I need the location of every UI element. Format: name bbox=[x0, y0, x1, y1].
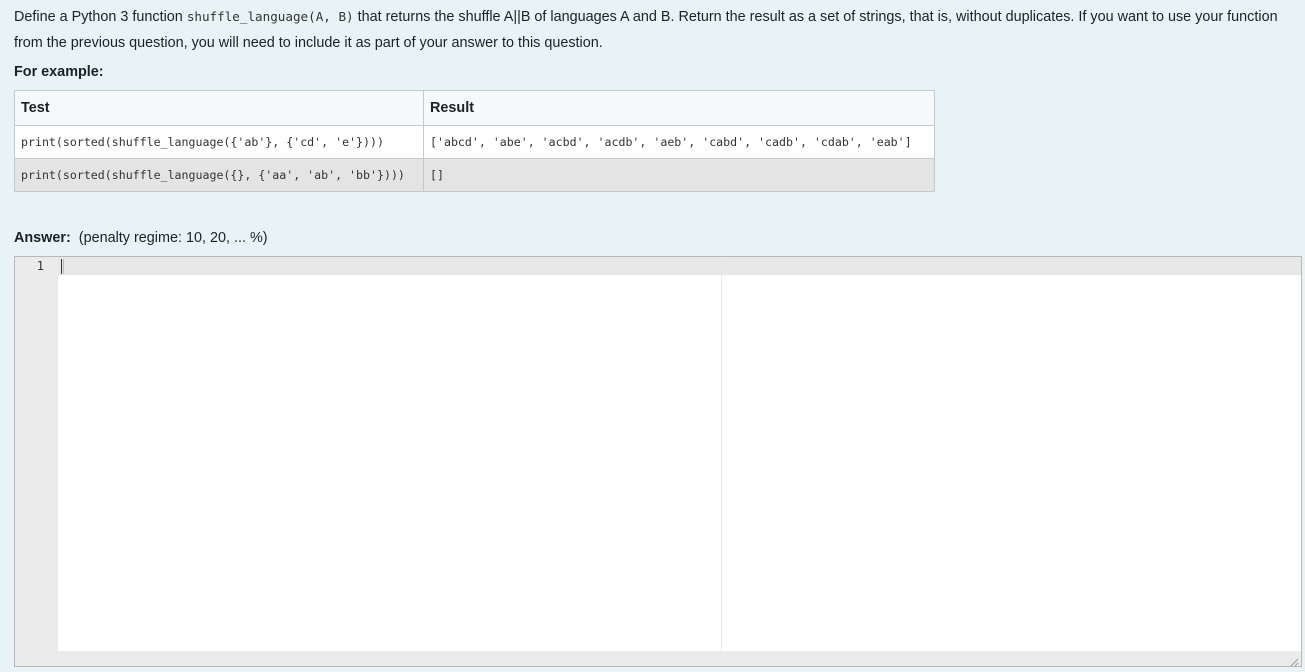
example-test-cell: print(sorted(shuffle_language({'ab'}, {'… bbox=[14, 125, 424, 159]
resize-grip-icon[interactable] bbox=[1289, 654, 1299, 666]
for-example-heading: For example: bbox=[14, 64, 104, 80]
example-result-cell: ['abcd', 'abe', 'acbd', 'acdb', 'aeb', '… bbox=[423, 125, 935, 159]
examples-header-row: Test Result bbox=[14, 90, 935, 126]
example-row: print(sorted(shuffle_language({}, {'aa',… bbox=[14, 158, 935, 192]
example-row: print(sorted(shuffle_language({'ab'}, {'… bbox=[14, 125, 935, 159]
editor-gutter: 1 bbox=[15, 257, 58, 666]
example-test-cell: print(sorted(shuffle_language({}, {'aa',… bbox=[14, 158, 424, 192]
answer-heading: Answer: bbox=[14, 230, 71, 246]
text-cursor bbox=[61, 259, 62, 274]
line-number: 1 bbox=[36, 259, 44, 273]
header-test: Test bbox=[14, 90, 424, 126]
question-text: Define a Python 3 function shuffle_langu… bbox=[14, 4, 1302, 56]
answer-label: Answer: (penalty regime: 10, 20, ... %) bbox=[14, 227, 268, 249]
editor-bottom-strip bbox=[15, 651, 1301, 666]
text-cursor-shadow bbox=[63, 259, 64, 274]
penalty-regime: (penalty regime: 10, 20, ... %) bbox=[78, 230, 268, 246]
example-result-cell: [] bbox=[423, 158, 935, 192]
header-result: Result bbox=[423, 90, 935, 126]
function-signature: shuffle_language(A, B) bbox=[186, 9, 354, 24]
examples-table: Test Result print(sorted(shuffle_languag… bbox=[14, 90, 935, 192]
answer-code-input[interactable] bbox=[65, 257, 1301, 666]
code-editor[interactable]: 1 bbox=[14, 256, 1302, 667]
question-text-before: Define a Python 3 function bbox=[14, 9, 187, 25]
